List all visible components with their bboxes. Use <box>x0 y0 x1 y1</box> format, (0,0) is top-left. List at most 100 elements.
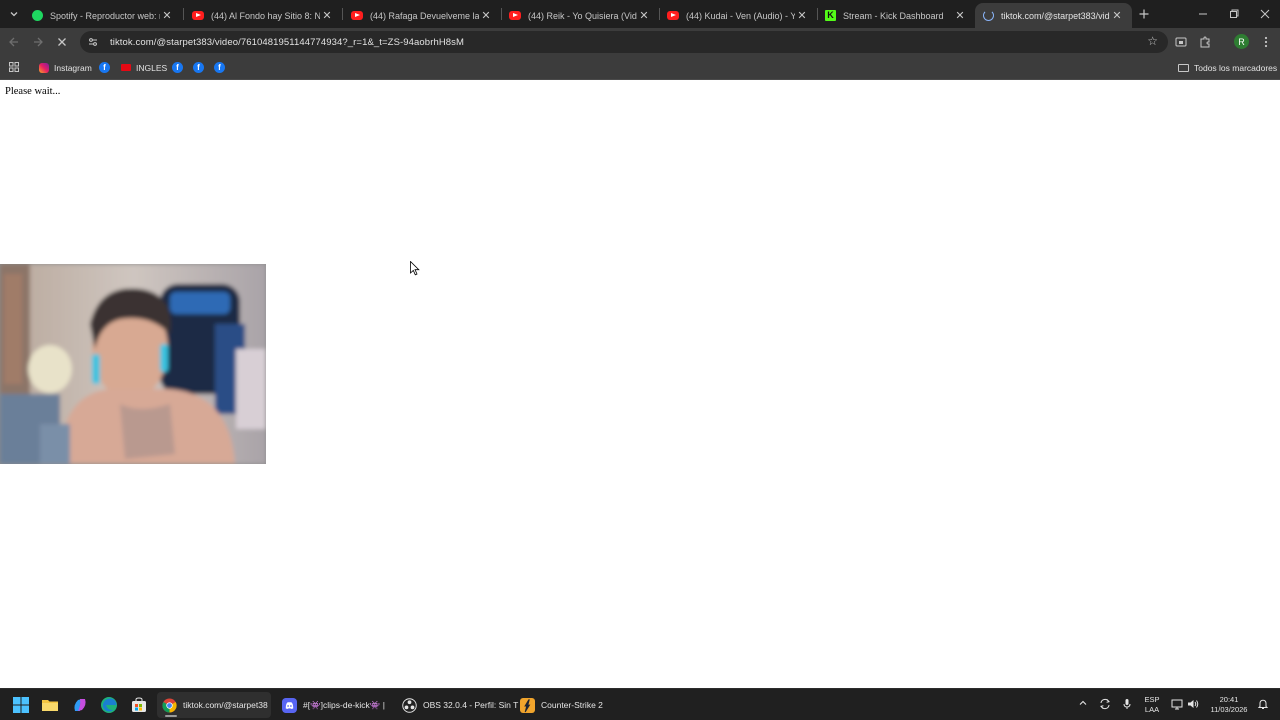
bookmark-facebook-4[interactable]: f <box>214 60 225 75</box>
restore-icon <box>1230 9 1239 18</box>
notifications-button[interactable] <box>1257 698 1269 713</box>
taskbar-app-cs2[interactable]: Counter-Strike 2 <box>515 692 615 718</box>
media-button[interactable] <box>1172 33 1190 51</box>
bookmark-label: Instagram <box>54 62 92 73</box>
media-icon <box>1175 37 1187 47</box>
copilot-button[interactable] <box>71 696 89 714</box>
instagram-icon <box>39 62 49 73</box>
loading-icon <box>983 10 994 21</box>
tab-kick-dashboard[interactable]: K Stream - Kick Dashboard ✕ <box>817 3 975 28</box>
language-code: ESP <box>1144 695 1160 704</box>
close-icon <box>1260 9 1270 19</box>
tab-strip: Spotify - Reproductor web: mús ✕ (44) Al… <box>0 0 1280 28</box>
plus-icon <box>1139 9 1149 19</box>
taskbar-app-label: #[👾]clips-de-kick👾 | <box>303 699 385 710</box>
edge-button[interactable] <box>100 696 118 714</box>
taskbar-app-discord[interactable]: #[👾]clips-de-kick👾 | <box>277 692 391 718</box>
close-icon[interactable]: ✕ <box>1110 9 1124 22</box>
arrow-left-icon <box>9 37 18 47</box>
extensions-button[interactable] <box>1196 33 1214 51</box>
browser-toolbar: tiktok.com/@starpet383/video/76104819511… <box>0 28 1280 55</box>
chevron-down-icon <box>10 12 18 17</box>
stop-loading-button[interactable] <box>53 33 71 51</box>
start-button[interactable] <box>12 696 30 714</box>
copilot-icon <box>74 699 86 711</box>
grid-icon <box>9 62 19 72</box>
restore-button[interactable] <box>1219 4 1249 24</box>
youtube-icon <box>667 11 679 20</box>
cs2-icon <box>520 697 535 713</box>
network-tray-button[interactable] <box>1171 698 1183 713</box>
clock-button[interactable]: 20:41 11/03/2026 <box>1205 695 1253 715</box>
close-window-button[interactable] <box>1250 4 1280 24</box>
obs-icon <box>402 697 417 713</box>
tab-title: (44) Rafaga Devuelveme la Vida <box>370 10 479 21</box>
close-icon[interactable]: ✕ <box>637 9 651 22</box>
microphone-tray-button[interactable] <box>1121 698 1133 713</box>
volume-tray-button[interactable] <box>1187 698 1199 713</box>
taskbar-app-chrome[interactable]: tiktok.com/@starpet38 <box>157 692 271 718</box>
apps-button[interactable] <box>8 61 20 73</box>
all-bookmarks-label: Todos los marcadores <box>1194 62 1278 73</box>
minimize-icon <box>1199 13 1207 15</box>
tab-title: (44) Reik - Yo Quisiera (Video) <box>528 10 637 21</box>
bookmark-ingles[interactable]: INGLES <box>121 60 167 75</box>
profile-avatar[interactable]: R <box>1234 34 1249 49</box>
forward-button[interactable] <box>29 33 47 51</box>
tab-spotify[interactable]: Spotify - Reproductor web: mús ✕ <box>24 3 182 28</box>
tab-title: (44) Kudai - Ven (Audio) - YouT <box>686 10 795 21</box>
close-icon[interactable]: ✕ <box>320 9 334 22</box>
bookmark-instagram[interactable]: Instagram <box>39 60 92 75</box>
close-icon[interactable]: ✕ <box>160 9 174 22</box>
chevron-up-icon <box>1079 700 1087 705</box>
input-language-indicator[interactable]: ESP LAA <box>1141 695 1163 715</box>
edge-icon <box>101 697 117 713</box>
new-tab-button[interactable] <box>1137 4 1151 24</box>
tab-tiktok-active[interactable]: tiktok.com/@starpet383/video/ ✕ <box>975 3 1132 28</box>
bookmark-facebook-3[interactable]: f <box>193 60 204 75</box>
tab-title: tiktok.com/@starpet383/video/ <box>1001 10 1110 21</box>
close-icon[interactable]: ✕ <box>953 9 967 22</box>
windows-taskbar: tiktok.com/@starpet38 #[👾]clips-de-kick👾… <box>0 688 1280 720</box>
bookmark-facebook-1[interactable]: f <box>99 60 110 75</box>
facebook-icon: f <box>172 62 183 73</box>
mouse-cursor-icon <box>410 261 420 276</box>
minimize-button[interactable] <box>1188 4 1218 24</box>
tab-title: Stream - Kick Dashboard <box>843 10 944 21</box>
spotify-icon <box>32 10 43 21</box>
network-icon <box>1171 699 1183 710</box>
tab-youtube-rafaga[interactable]: (44) Rafaga Devuelveme la Vida ✕ <box>343 3 501 28</box>
page-content: Please wait... <box>0 81 1280 688</box>
tab-youtube-al-fondo[interactable]: (44) Al Fondo hay Sitio 8: Nicol ✕ <box>184 3 342 28</box>
address-bar[interactable]: tiktok.com/@starpet383/video/76104819511… <box>80 31 1168 53</box>
all-bookmarks-button[interactable]: Todos los marcadores <box>1178 60 1277 75</box>
speaker-icon <box>1188 700 1199 708</box>
show-hidden-icons-button[interactable] <box>1078 698 1088 711</box>
tab-search-button[interactable] <box>2 0 26 28</box>
windows-logo-icon <box>13 697 29 713</box>
youtube-icon <box>192 11 204 20</box>
ttv-icon <box>121 64 131 71</box>
taskbar-app-obs[interactable]: OBS 32.0.4 - Perfil: Sin T <box>397 692 518 718</box>
bookmark-facebook-2[interactable]: f <box>172 60 183 75</box>
clock-time: 20:41 <box>1219 695 1239 704</box>
microphone-icon <box>1123 699 1131 709</box>
file-explorer-button[interactable] <box>41 696 59 714</box>
browser-menu-button[interactable] <box>1257 33 1275 51</box>
back-button[interactable] <box>5 33 23 51</box>
folder-icon <box>1178 63 1189 72</box>
tab-youtube-kudai[interactable]: (44) Kudai - Ven (Audio) - YouT ✕ <box>659 3 817 28</box>
store-icon <box>132 697 146 712</box>
url-text: tiktok.com/@starpet383/video/76104819511… <box>110 36 465 48</box>
sync-tray-button[interactable] <box>1099 698 1111 713</box>
webcam-feed <box>0 264 266 464</box>
tab-youtube-reik[interactable]: (44) Reik - Yo Quisiera (Video) ✕ <box>501 3 659 28</box>
store-button[interactable] <box>130 696 148 714</box>
taskbar-app-label: OBS 32.0.4 - Perfil: Sin T <box>423 700 519 710</box>
close-icon[interactable]: ✕ <box>479 9 493 22</box>
close-icon[interactable]: ✕ <box>795 9 809 22</box>
youtube-icon <box>509 11 521 20</box>
site-info-icon[interactable] <box>86 35 100 49</box>
bookmark-star-icon[interactable]: ☆ <box>1147 34 1158 48</box>
bookmark-label: INGLES <box>136 62 168 73</box>
